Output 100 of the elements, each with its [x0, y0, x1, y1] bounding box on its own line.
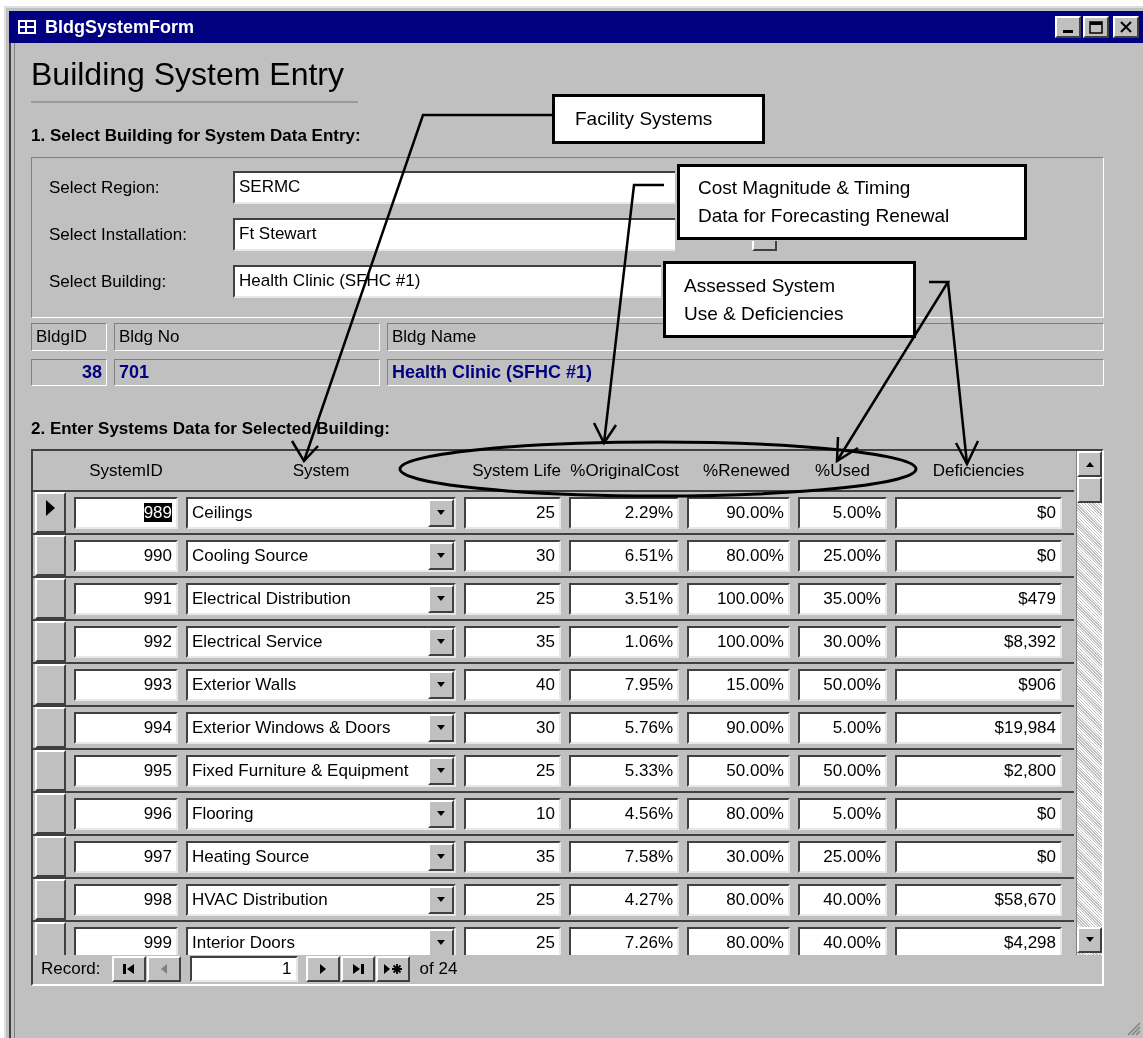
table-cell[interactable]: 25 — [464, 582, 561, 615]
table-cell[interactable]: 50.00% — [798, 668, 887, 701]
table-cell[interactable]: $8,392 — [895, 625, 1062, 658]
table-cell[interactable]: 994 — [74, 711, 178, 744]
table-cell[interactable]: 993 — [74, 668, 178, 701]
table-cell[interactable]: $0 — [895, 496, 1062, 529]
record-number-field[interactable]: 1 — [189, 955, 298, 982]
scrollbar[interactable] — [1076, 451, 1102, 955]
minimize-button[interactable] — [1055, 16, 1081, 38]
system-combo-box[interactable]: HVAC Distribution — [186, 883, 456, 916]
new-record-button[interactable] — [375, 955, 410, 982]
record-selector[interactable] — [35, 836, 66, 877]
table-cell[interactable]: 35 — [464, 625, 561, 658]
record-selector[interactable] — [35, 535, 66, 576]
table-cell[interactable]: 5.00% — [798, 711, 887, 744]
system-combo-box[interactable]: Electrical Distribution — [186, 582, 456, 615]
system-combo-box[interactable]: Flooring — [186, 797, 456, 830]
first-record-button[interactable] — [111, 955, 146, 982]
system-combo-box[interactable]: Exterior Walls — [186, 668, 456, 701]
table-cell[interactable]: 30 — [464, 539, 561, 572]
scroll-up-button[interactable] — [1077, 451, 1102, 477]
table-cell[interactable]: 90.00% — [687, 496, 790, 529]
table-cell[interactable]: 5.76% — [569, 711, 679, 744]
table-cell[interactable]: 30 — [464, 711, 561, 744]
record-selector[interactable] — [35, 750, 66, 791]
table-cell[interactable]: 997 — [74, 840, 178, 873]
table-cell[interactable]: $906 — [895, 668, 1062, 701]
table-cell[interactable]: 7.26% — [569, 926, 679, 955]
table-cell[interactable]: 80.00% — [687, 883, 790, 916]
table-cell[interactable]: $0 — [895, 840, 1062, 873]
record-selector[interactable] — [35, 492, 66, 533]
table-cell[interactable]: 5.00% — [798, 797, 887, 830]
table-cell[interactable]: 5.33% — [569, 754, 679, 787]
table-cell[interactable]: 990 — [74, 539, 178, 572]
table-cell[interactable]: 25.00% — [798, 539, 887, 572]
table-cell[interactable]: $479 — [895, 582, 1062, 615]
table-cell[interactable]: $19,984 — [895, 711, 1062, 744]
table-cell[interactable]: 50.00% — [798, 754, 887, 787]
table-cell[interactable]: 991 — [74, 582, 178, 615]
table-cell[interactable]: $4,298 — [895, 926, 1062, 955]
table-cell[interactable]: 40.00% — [798, 926, 887, 955]
table-cell[interactable]: 7.95% — [569, 668, 679, 701]
system-combo-box[interactable]: Heating Source — [186, 840, 456, 873]
system-combo-box[interactable]: Interior Doors — [186, 926, 456, 955]
table-cell[interactable]: 25 — [464, 883, 561, 916]
system-combo-box[interactable]: Fixed Furniture & Equipment — [186, 754, 456, 787]
record-selector[interactable] — [35, 621, 66, 662]
record-selector[interactable] — [35, 922, 66, 955]
scroll-down-button[interactable] — [1077, 927, 1102, 953]
table-cell[interactable]: 25 — [464, 496, 561, 529]
table-cell[interactable]: 40 — [464, 668, 561, 701]
table-cell[interactable]: 998 — [74, 883, 178, 916]
last-record-button[interactable] — [340, 955, 375, 982]
table-cell[interactable]: 40.00% — [798, 883, 887, 916]
table-cell[interactable]: 80.00% — [687, 926, 790, 955]
table-cell[interactable]: 7.58% — [569, 840, 679, 873]
table-cell[interactable]: 35.00% — [798, 582, 887, 615]
combo-box[interactable]: Ft Stewart — [233, 218, 675, 251]
record-selector[interactable] — [35, 879, 66, 920]
table-cell[interactable]: 25 — [464, 754, 561, 787]
system-combo-box[interactable]: Exterior Windows & Doors — [186, 711, 456, 744]
table-cell[interactable]: 90.00% — [687, 711, 790, 744]
table-cell[interactable]: 25 — [464, 926, 561, 955]
close-button[interactable] — [1113, 16, 1139, 38]
system-combo-box[interactable]: Cooling Source — [186, 539, 456, 572]
table-cell[interactable]: 989 — [74, 496, 178, 529]
table-cell[interactable]: 80.00% — [687, 797, 790, 830]
table-cell[interactable]: 992 — [74, 625, 178, 658]
table-cell[interactable]: 4.56% — [569, 797, 679, 830]
next-record-button[interactable] — [305, 955, 340, 982]
table-cell[interactable]: 25.00% — [798, 840, 887, 873]
table-cell[interactable]: 3.51% — [569, 582, 679, 615]
table-cell[interactable]: 5.00% — [798, 496, 887, 529]
table-cell[interactable]: 995 — [74, 754, 178, 787]
table-cell[interactable]: 30.00% — [687, 840, 790, 873]
table-cell[interactable]: 996 — [74, 797, 178, 830]
system-combo-box[interactable]: Ceilings — [186, 496, 456, 529]
table-cell[interactable]: 80.00% — [687, 539, 790, 572]
record-selector[interactable] — [35, 793, 66, 834]
table-cell[interactable]: $0 — [895, 539, 1062, 572]
table-cell[interactable]: 100.00% — [687, 625, 790, 658]
table-cell[interactable]: 999 — [74, 926, 178, 955]
record-selector[interactable] — [35, 578, 66, 619]
combo-box[interactable]: SERMC — [233, 171, 675, 204]
table-cell[interactable]: 10 — [464, 797, 561, 830]
system-combo-box[interactable]: Electrical Service — [186, 625, 456, 658]
table-cell[interactable]: $0 — [895, 797, 1062, 830]
dropdown-button[interactable] — [752, 241, 777, 251]
table-cell[interactable]: 35 — [464, 840, 561, 873]
table-cell[interactable]: 50.00% — [687, 754, 790, 787]
table-cell[interactable]: 2.29% — [569, 496, 679, 529]
scroll-thumb[interactable] — [1077, 477, 1102, 503]
table-cell[interactable]: $2,800 — [895, 754, 1062, 787]
table-cell[interactable]: 4.27% — [569, 883, 679, 916]
record-selector[interactable] — [35, 664, 66, 705]
table-cell[interactable]: 30.00% — [798, 625, 887, 658]
table-cell[interactable]: $58,670 — [895, 883, 1062, 916]
table-cell[interactable]: 100.00% — [687, 582, 790, 615]
record-selector[interactable] — [35, 707, 66, 748]
table-cell[interactable]: 15.00% — [687, 668, 790, 701]
